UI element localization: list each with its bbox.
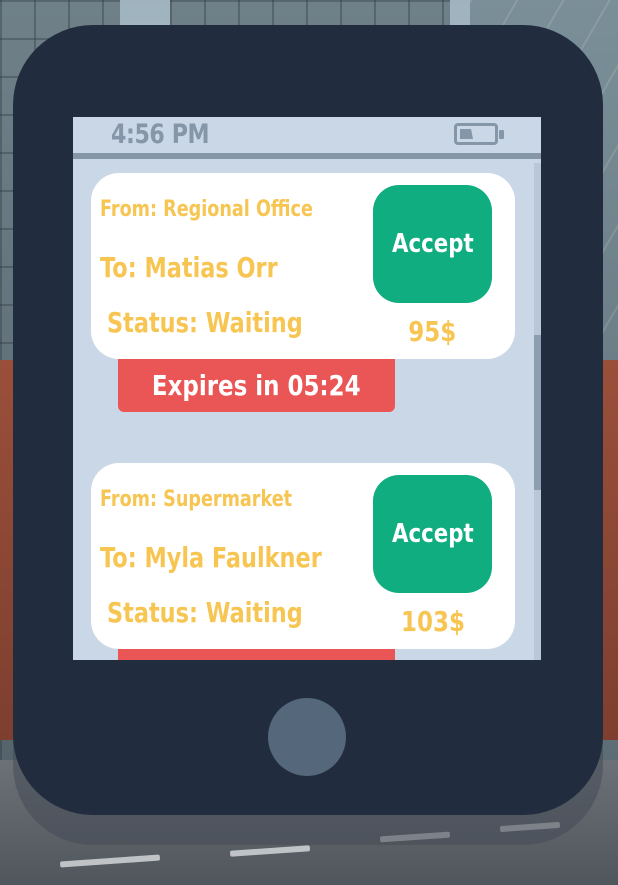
accept-label: Accept [391, 229, 474, 259]
delivery-from: From: Supermarket [100, 487, 293, 512]
status-bar: 4:56 PM [73, 117, 541, 159]
expires-banner: Expires in 05:24 [118, 358, 395, 412]
delivery-card: From: Regional Office To: Matias Orr Sta… [91, 173, 515, 359]
lane-marking [59, 854, 161, 868]
delivery-list: From: Regional Office To: Matias Orr Sta… [73, 159, 541, 660]
delivery-from: From: Regional Office [100, 197, 313, 222]
delivery-to: To: Matias Orr [100, 251, 278, 284]
accept-button[interactable]: Accept [373, 475, 492, 593]
accept-button[interactable]: Accept [373, 185, 492, 303]
delivery-status: Status: Waiting [107, 306, 303, 339]
expires-banner [118, 648, 395, 660]
delivery-status: Status: Waiting [107, 596, 303, 629]
lane-marking [229, 845, 311, 857]
price-label: 103$ [400, 605, 465, 638]
scrollbar[interactable] [534, 163, 541, 660]
lane-marking [379, 831, 451, 843]
delivery-to: To: Myla Faulkner [100, 541, 322, 574]
delivery-price: 95$ [373, 315, 492, 348]
battery-icon [454, 123, 504, 145]
battery-level [460, 129, 473, 139]
expires-label: Expires in 05:24 [152, 368, 361, 402]
delivery-price: 103$ [373, 605, 492, 638]
scroll-thumb[interactable] [534, 335, 541, 490]
accept-label: Accept [391, 519, 474, 549]
phone-screen: 4:56 PM From: Regional Office To: Matias… [73, 117, 541, 660]
delivery-card: From: Supermarket To: Myla Faulkner Stat… [91, 463, 515, 649]
lane-marking [499, 821, 561, 833]
home-button[interactable] [268, 698, 346, 776]
clock: 4:56 PM [111, 119, 210, 150]
price-label: 95$ [408, 315, 457, 348]
